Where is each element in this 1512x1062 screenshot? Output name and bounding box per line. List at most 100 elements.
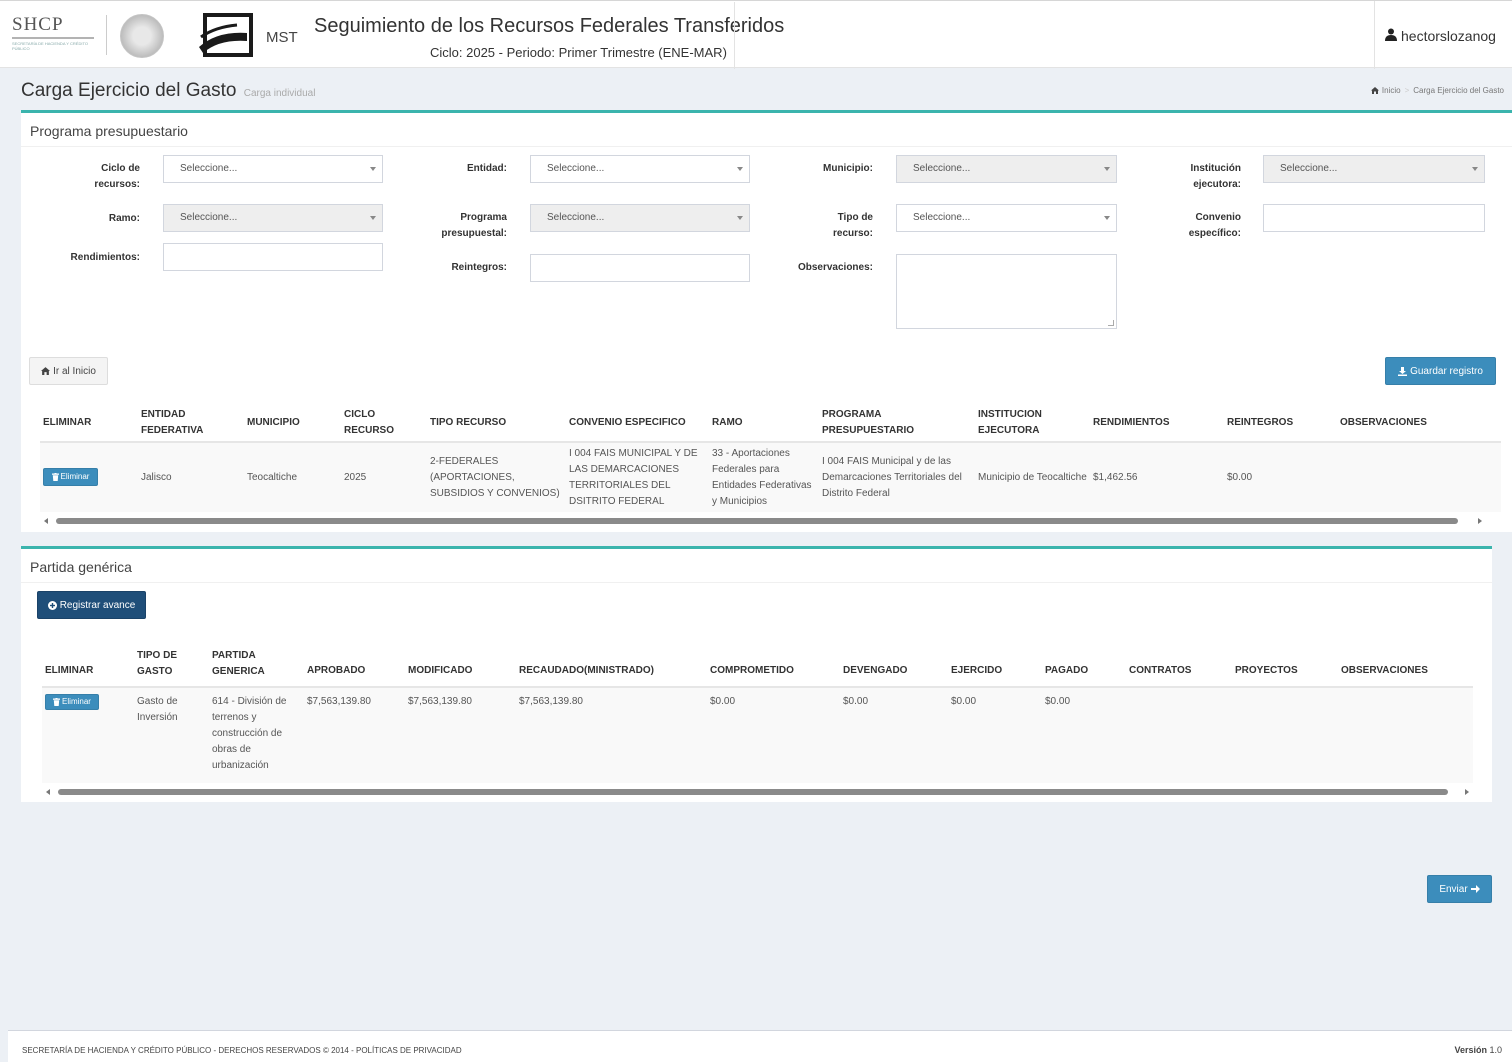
col-observaciones: OBSERVACIONES: [1341, 664, 1428, 676]
col-entidad: ENTIDAD FEDERATIVA: [141, 408, 204, 436]
home-icon: [1370, 87, 1379, 94]
resize-grip-icon[interactable]: [1108, 320, 1114, 326]
cell-rendimientos: $1,462.56: [1093, 471, 1138, 483]
cell-tipo-gasto: Gasto de Inversión: [137, 696, 178, 723]
reintegros-label: Reintegros:: [451, 262, 507, 273]
partida-table-scrollbar[interactable]: [42, 786, 1473, 798]
home-icon: [41, 367, 51, 375]
col-pagado: PAGADO: [1045, 664, 1089, 676]
partida-table: ELIMINAR TIPO DE GASTO PARTIDA GENERICA …: [42, 641, 1473, 783]
cell-convenio: I 004 FAIS MUNICIPAL Y DE LAS DEMARCACIO…: [569, 447, 698, 507]
col-institucion: INSTITUCION EJECUTORA: [978, 408, 1042, 436]
col-rendimientos: RENDIMIENTOS: [1093, 416, 1170, 428]
partida-panel-title: Partida genérica: [30, 559, 132, 575]
programa-table: ELIMINAR ENTIDAD FEDERATIVA MUNICIPIO CI…: [40, 404, 1501, 512]
reintegros-input[interactable]: [530, 254, 750, 282]
programa-chevron-down-icon: [737, 216, 743, 220]
breadcrumb-home-link[interactable]: Inicio: [1382, 86, 1401, 95]
rendimientos-input[interactable]: [163, 243, 383, 271]
shcp-logo-subtitle: SECRETARÍA DE HACIENDA Y CRÉDITO PÚBLICO: [12, 41, 88, 51]
convenio-label: Convenio específico:: [1188, 212, 1241, 239]
cell-contratos: [1126, 687, 1232, 783]
scroll-left-icon[interactable]: [46, 789, 50, 795]
col-ejercido: EJERCIDO: [951, 664, 1003, 676]
scroll-thumb[interactable]: [56, 518, 1458, 524]
shcp-logo: SHCP SECRETARÍA DE HACIENDA Y CRÉDITO PÚ…: [12, 15, 96, 59]
cell-ciclo: 2025: [344, 471, 367, 483]
col-ciclo: CICLO RECURSO: [344, 408, 395, 436]
ir-al-inicio-label: Ir al Inicio: [53, 365, 96, 377]
version-label: Versión: [1454, 1045, 1487, 1055]
col-contratos: CONTRATOS: [1129, 664, 1192, 676]
col-aprobado: APROBADO: [307, 664, 366, 676]
municipio-select[interactable]: Seleccione...: [896, 155, 1117, 183]
programa-table-header: ELIMINAR ENTIDAD FEDERATIVA MUNICIPIO CI…: [40, 404, 1501, 442]
scroll-right-icon[interactable]: [1478, 518, 1482, 524]
scroll-right-icon[interactable]: [1465, 789, 1469, 795]
ciclo-label: Ciclo de recursos:: [94, 163, 140, 190]
enviar-button[interactable]: Enviar: [1427, 875, 1492, 903]
programa-panel-title: Programa presupuestario: [30, 123, 188, 139]
cell-reintegros: $0.00: [1227, 471, 1253, 483]
eliminar-label: Eliminar: [60, 472, 90, 481]
municipio-select-value: Seleccione...: [913, 163, 971, 174]
partida-table-header: ELIMINAR TIPO DE GASTO PARTIDA GENERICA …: [42, 641, 1473, 687]
eliminar-button[interactable]: Eliminar: [43, 468, 98, 486]
cell-comprometido: $0.00: [710, 696, 736, 707]
trash-icon: [51, 473, 59, 481]
col-devengado: DEVENGADO: [843, 664, 908, 676]
arrow-right-icon: [1470, 885, 1480, 893]
municipio-chevron-down-icon: [1104, 167, 1110, 171]
observaciones-textarea[interactable]: [896, 254, 1117, 329]
entidad-select[interactable]: Seleccione...: [530, 155, 750, 183]
ciclo-select-value: Seleccione...: [180, 163, 238, 174]
cell-observaciones: [1338, 687, 1473, 783]
cell-municipio: Teocaltiche: [247, 471, 298, 483]
col-tipo-gasto: TIPO DE GASTO: [137, 649, 178, 677]
cell-partida: 614 - División de terrenos y construcció…: [212, 696, 287, 771]
app-title: Seguimiento de los Recursos Federales Tr…: [314, 15, 785, 37]
registrar-avance-button[interactable]: Registrar avance: [37, 591, 146, 619]
table-row: Eliminar Gasto de Inversión 614 - Divisi…: [42, 687, 1473, 783]
convenio-input[interactable]: [1263, 204, 1485, 232]
institucion-select[interactable]: Seleccione...: [1263, 155, 1485, 183]
trash-icon: [53, 698, 61, 706]
cell-devengado: $0.00: [843, 696, 869, 707]
cell-entidad: Jalisco: [141, 471, 172, 483]
guardar-registro-button[interactable]: Guardar registro: [1385, 357, 1496, 385]
col-ramo: RAMO: [712, 416, 743, 428]
version-value: 1.0: [1489, 1045, 1502, 1055]
eliminar-button[interactable]: Eliminar: [45, 694, 99, 710]
scroll-thumb[interactable]: [58, 789, 1448, 795]
ramo-chevron-down-icon: [370, 216, 376, 220]
guardar-registro-label: Guardar registro: [1410, 365, 1483, 377]
col-recaudado: RECAUDADO(MINISTRADO): [519, 664, 654, 676]
programa-presupuestal-select[interactable]: Seleccione...: [530, 204, 750, 232]
cell-pagado: $0.00: [1045, 696, 1071, 707]
ciclo-chevron-down-icon: [370, 167, 376, 171]
scroll-left-icon[interactable]: [44, 518, 48, 524]
col-eliminar: ELIMINAR: [45, 664, 94, 676]
user-menu[interactable]: hectorslozanog: [1374, 1, 1512, 69]
mst-logo-icon: [197, 13, 255, 61]
col-municipio: MUNICIPIO: [247, 416, 300, 428]
user-icon: [1385, 28, 1397, 41]
tipo-recurso-select[interactable]: Seleccione...: [896, 204, 1117, 232]
col-reintegros: REINTEGROS: [1227, 416, 1294, 428]
national-seal-icon: [120, 14, 164, 58]
institucion-select-value: Seleccione...: [1280, 163, 1338, 174]
plus-circle-icon: [47, 600, 57, 610]
footer: SECRETARÍA DE HACIENDA Y CRÉDITO PÚBLICO…: [8, 1030, 1512, 1062]
ramo-select[interactable]: Seleccione...: [163, 204, 383, 232]
cell-observaciones: [1337, 442, 1501, 512]
ciclo-select[interactable]: Seleccione...: [163, 155, 383, 183]
rendimientos-label: Rendimientos:: [70, 252, 140, 263]
breadcrumb-current: Carga Ejercicio del Gasto: [1413, 86, 1504, 95]
programa-table-scrollbar[interactable]: [40, 515, 1486, 527]
ir-al-inicio-button[interactable]: Ir al Inicio: [29, 357, 108, 385]
cell-programa: I 004 FAIS Municipal y de las Demarcacio…: [822, 455, 962, 499]
footer-version: Versión 1.0: [1454, 1045, 1502, 1055]
col-convenio: CONVENIO ESPECIFICO: [569, 416, 686, 428]
tipo-recurso-label: Tipo de recurso:: [832, 212, 873, 239]
programa-presupuestario-panel: Programa presupuestario Ciclo de recurso…: [21, 110, 1512, 532]
